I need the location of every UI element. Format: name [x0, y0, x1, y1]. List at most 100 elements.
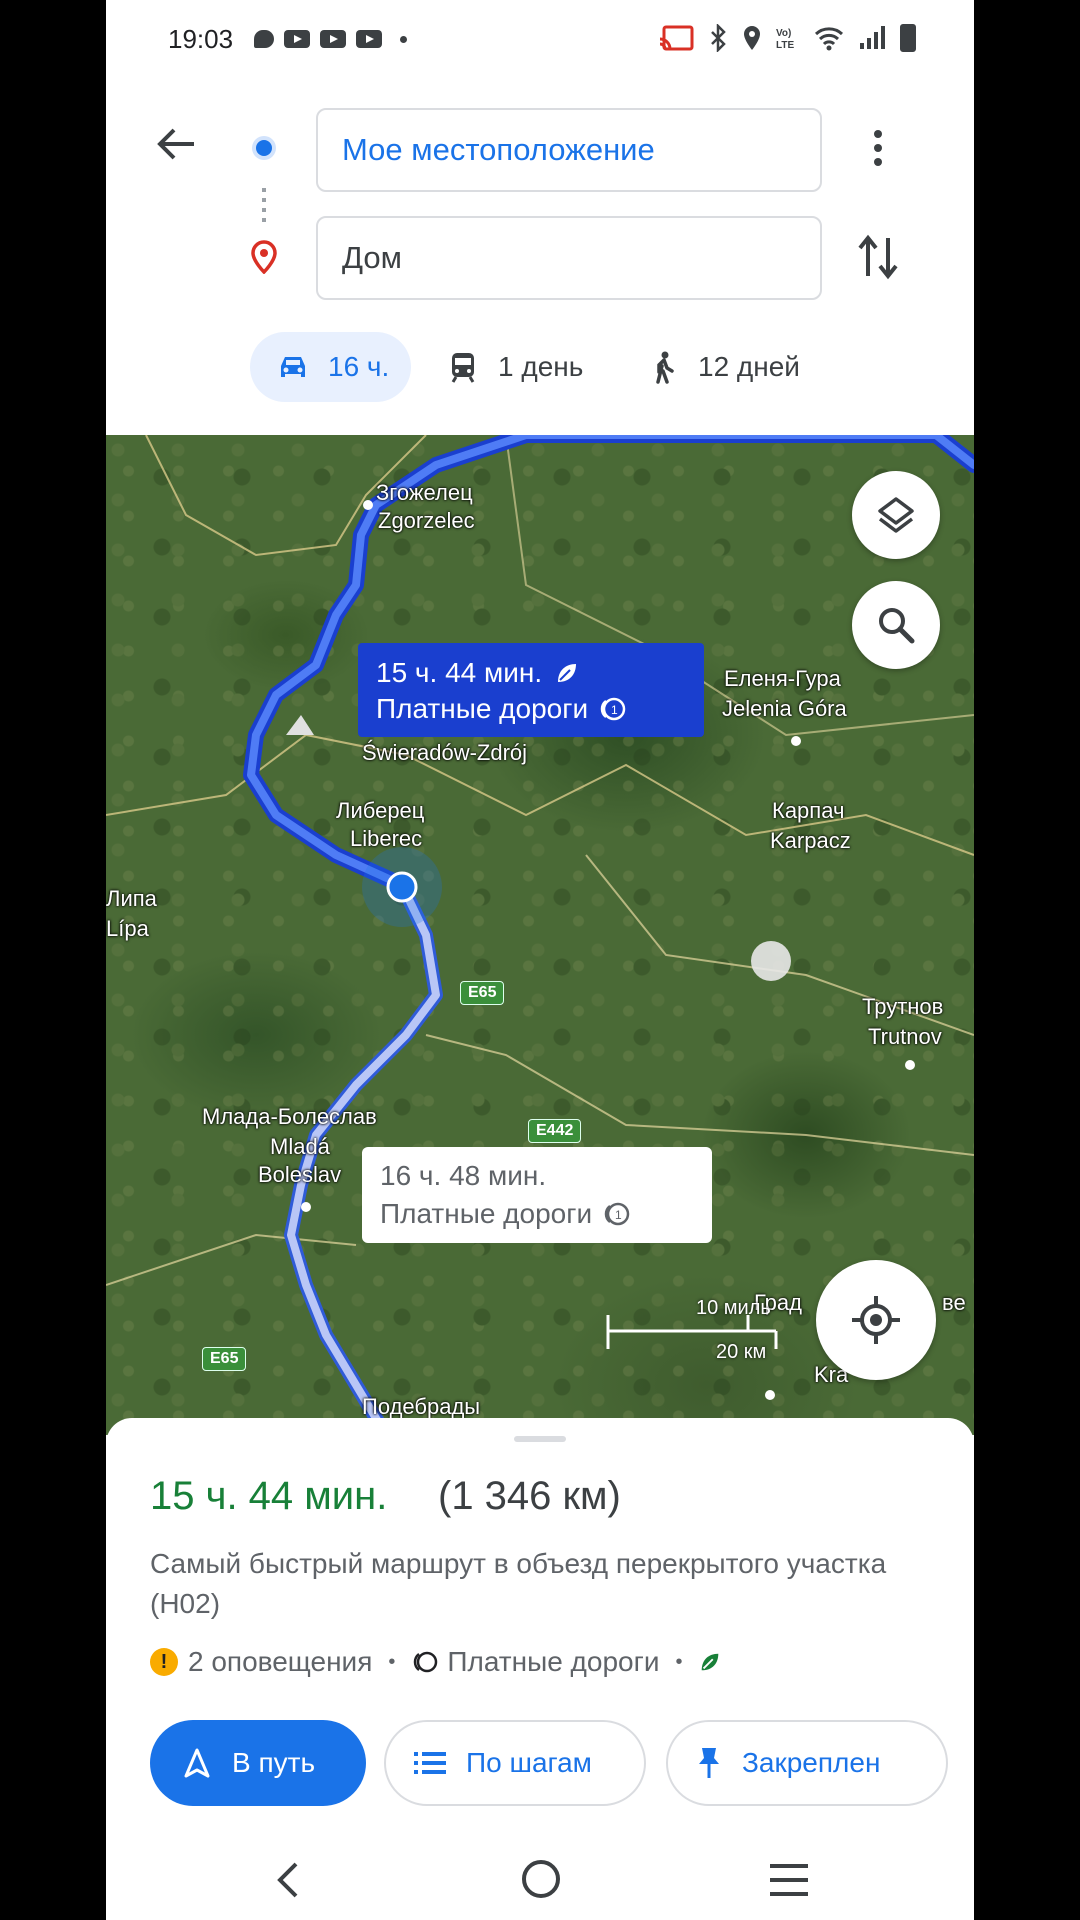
- navigation-arrow-icon: [184, 1748, 210, 1778]
- map-label-mlada-ru: Млада-Болеслав: [202, 1104, 377, 1129]
- status-bar: 19:03 Vo) LTE: [106, 0, 974, 80]
- mode-transit[interactable]: 1 день: [446, 332, 583, 402]
- start-navigation-button[interactable]: В путь: [150, 1720, 366, 1806]
- list-icon: [414, 1752, 446, 1774]
- route-distance: (1 346 км): [438, 1474, 621, 1518]
- map-label-karpacz: Karpacz: [770, 828, 851, 853]
- system-nav-bar: [106, 1840, 974, 1920]
- alternative-route-callout[interactable]: 16 ч. 48 мин. Платные дороги 1: [362, 1147, 712, 1243]
- destination-pin-icon: [251, 240, 277, 274]
- alt-callout-time: 16 ч. 48 мин.: [380, 1160, 547, 1191]
- map-label-liberec: Liberec: [350, 826, 423, 851]
- primary-callout-tolls: Платные дороги: [376, 693, 589, 724]
- origin-field[interactable]: Мое местоположение: [316, 108, 822, 192]
- map-label-zgorzelec-ru: Згожелец: [376, 480, 473, 505]
- back-arrow-icon[interactable]: [154, 122, 198, 166]
- mode-walk-label: 12 дней: [698, 351, 800, 382]
- map-label-hradec-tail: ве: [942, 1290, 966, 1315]
- separator-dot: •: [388, 1650, 396, 1673]
- status-time: 19:03: [168, 24, 234, 54]
- youtube-icon: [284, 30, 310, 48]
- layers-button[interactable]: [852, 471, 940, 559]
- map-label-liberec-ru: Либерец: [336, 798, 425, 823]
- train-icon: [451, 353, 475, 383]
- nav-back-icon[interactable]: [274, 1860, 304, 1900]
- svg-text:Vo): Vo): [776, 28, 791, 39]
- mode-car-label: 16 ч.: [328, 351, 390, 382]
- my-location-button[interactable]: [816, 1260, 936, 1380]
- start-label: В путь: [232, 1747, 316, 1778]
- map-label-swieradow: Świeradów-Zdrój: [362, 740, 528, 765]
- car-icon: [281, 357, 305, 377]
- map-label-zgorzelec: Zgorzelec: [378, 508, 475, 533]
- nav-home-icon[interactable]: [520, 1858, 562, 1900]
- eco-leaf-icon: [702, 1653, 719, 1671]
- search-along-route-button[interactable]: [852, 581, 940, 669]
- map-view[interactable]: Згожелец Zgorzelec Еленя-Гура Jelenia Gó…: [106, 435, 974, 1435]
- map-label-mlada-2: Boleslav: [258, 1162, 342, 1187]
- location-icon: [744, 26, 760, 50]
- wifi-icon: [814, 27, 844, 51]
- search-icon: [879, 608, 915, 644]
- map-label-trutnov: Trutnov: [868, 1024, 942, 1049]
- signal-icon: [860, 26, 885, 49]
- map-label-mlada-1: Mladá: [270, 1134, 330, 1159]
- notification-icons: [254, 30, 407, 48]
- map-label-trutnov-ru: Трутнов: [862, 994, 944, 1019]
- route-description: Самый быстрый маршрут в объезд перекрыто…: [150, 1548, 887, 1619]
- scale-bar: [606, 1315, 778, 1349]
- separator-dot: •: [675, 1650, 683, 1673]
- mode-walk[interactable]: 12 дней: [646, 332, 800, 402]
- bluetooth-icon: [711, 24, 726, 52]
- alt-callout-tolls: Платные дороги: [380, 1198, 593, 1229]
- eco-leaf-icon: [558, 664, 577, 682]
- route-actions: В путь По шагам Закреплен: [150, 1720, 950, 1808]
- cast-icon: [659, 25, 694, 51]
- pinned-button[interactable]: Закреплен: [666, 1720, 948, 1806]
- route-alerts[interactable]: 2 оповещения: [188, 1646, 372, 1678]
- sheet-drag-handle[interactable]: [514, 1436, 566, 1442]
- chat-icon: [254, 30, 274, 48]
- svg-text:1: 1: [611, 703, 618, 717]
- youtube-icon: [356, 30, 382, 48]
- route-duration: 15 ч. 44 мин.: [150, 1474, 388, 1518]
- map-label-jelenia: Jelenia Góra: [722, 696, 847, 721]
- map-label-lipa: Lípa: [106, 916, 149, 941]
- primary-callout-time: 15 ч. 44 мин.: [376, 657, 543, 688]
- volte-icon: Vo)LTE: [776, 28, 794, 51]
- steps-label: По шагам: [466, 1747, 592, 1778]
- phone-screen: 19:03 Vo) LTE Мое местоположение Дом 16 ч…: [106, 0, 974, 1920]
- toll-icon: 1: [604, 1202, 630, 1226]
- pinned-label: Закреплен: [742, 1747, 881, 1778]
- svg-text:1: 1: [615, 1208, 622, 1222]
- warning-icon: !: [150, 1648, 178, 1676]
- svg-text:LTE: LTE: [776, 40, 794, 51]
- map-label-podebrady: Подебрады: [362, 1394, 481, 1419]
- walk-icon: [656, 351, 674, 384]
- swap-icon[interactable]: [856, 232, 900, 282]
- youtube-icon: [320, 30, 346, 48]
- steps-button[interactable]: По шагам: [384, 1720, 646, 1806]
- map-label-lipa-ru: Липа: [106, 886, 157, 911]
- mode-car[interactable]: 16 ч.: [250, 332, 412, 402]
- road-shield-e442: E442: [528, 1119, 582, 1143]
- more-notifications-icon: [400, 35, 407, 43]
- route-tolls: Платные дороги: [447, 1646, 660, 1677]
- pin-icon: [699, 1748, 719, 1778]
- primary-route-callout[interactable]: 15 ч. 44 мин. Платные дороги 1: [358, 643, 704, 737]
- travel-modes: 16 ч. 1 день 12 дней: [106, 326, 974, 402]
- map-label-karpacz-ru: Карпач: [772, 798, 845, 823]
- map-label-jelenia-ru: Еленя-Гура: [724, 666, 841, 691]
- mode-transit-label: 1 день: [498, 351, 584, 382]
- crosshair-icon: [852, 1296, 900, 1344]
- battery-icon: [900, 24, 916, 52]
- road-shield-e65-south: E65: [202, 1347, 247, 1371]
- toll-icon: 1: [600, 697, 626, 721]
- nav-recents-icon[interactable]: [768, 1862, 810, 1898]
- system-icons: Vo) LTE: [658, 24, 916, 52]
- road-shield-e65: E65: [460, 981, 505, 1005]
- route-connector: [262, 188, 266, 224]
- origin-dot-icon: [256, 140, 272, 156]
- destination-field[interactable]: Дом: [316, 216, 822, 300]
- more-options-icon[interactable]: [874, 130, 882, 166]
